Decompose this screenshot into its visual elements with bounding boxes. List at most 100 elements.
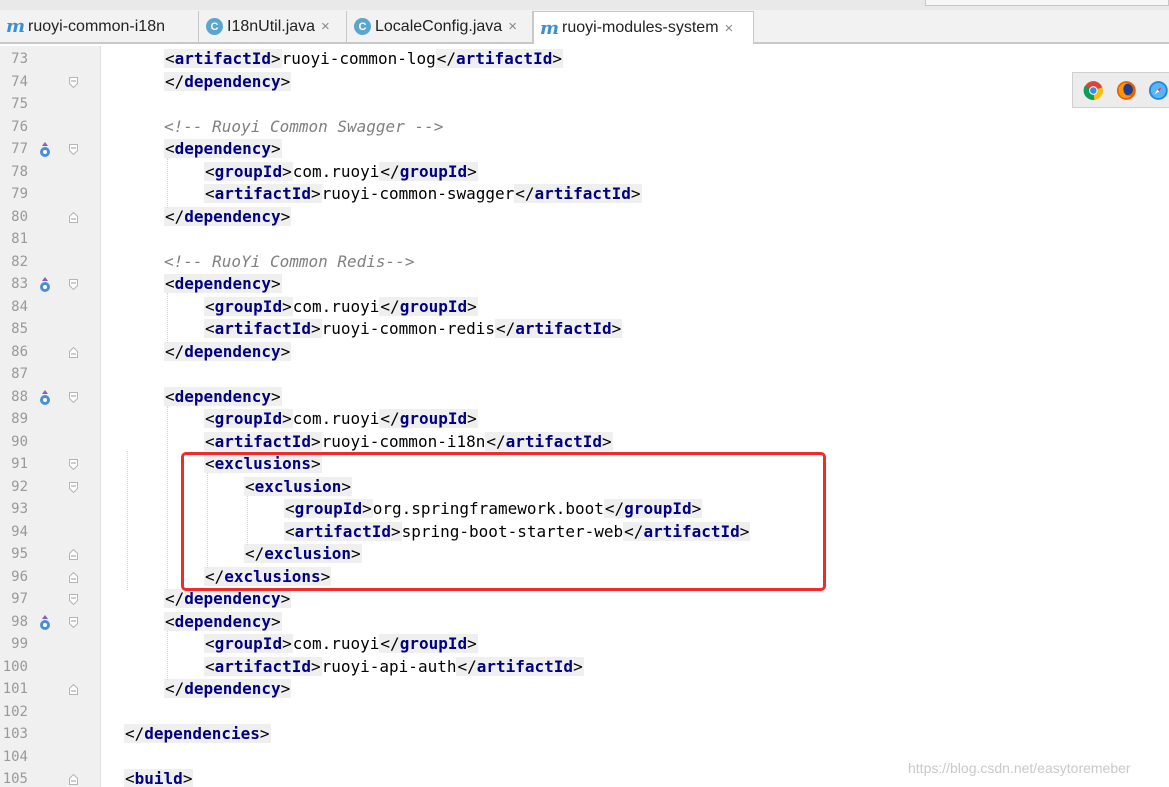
editor-tab-bar: m ruoyi-common-i18n C I18nUtil.java × C … [0, 0, 1169, 44]
fold-end-icon[interactable] [69, 571, 78, 583]
tag-name: groupId [214, 409, 283, 428]
line-number: 103 [2, 726, 28, 742]
tag-name: artifactId [456, 49, 553, 68]
fold-end-icon[interactable] [69, 774, 78, 785]
code-line: <dependency> [164, 273, 282, 295]
xml-tag: </artifactId> [456, 656, 584, 676]
dependency-marker-icon[interactable] [38, 277, 52, 292]
tag-name: dependency [174, 611, 271, 631]
safari-icon[interactable] [1148, 80, 1169, 101]
xml-tag: <artifactId> [164, 49, 282, 68]
tag-name: groupId [214, 161, 283, 181]
code-line: <!-- Ruoyi Common Swagger --> [164, 116, 443, 138]
line-number: 82 [11, 253, 28, 270]
code-line: </dependency> [164, 678, 292, 700]
editor-gutter: 73 74 75 76 77 78 79 80 81 82 83 84 85 86 87 88 89 90 91 92… [0, 46, 101, 787]
close-icon[interactable]: × [508, 18, 517, 35]
xml-tag: <artifactId> [204, 184, 322, 203]
xml-tag: </dependency> [164, 679, 292, 698]
line-number: 99 [11, 636, 28, 652]
fold-expanded-icon[interactable] [69, 391, 78, 403]
line-number: 86 [11, 343, 28, 360]
xml-tag: <build> [124, 769, 194, 787]
line-number: 87 [11, 366, 28, 382]
line-number: 81 [11, 231, 28, 247]
element-text: ruoyi-api-auth [321, 656, 457, 676]
maven-icon: m [540, 17, 560, 39]
xml-tag: <dependency> [164, 274, 282, 293]
xml-tag: <groupId> [204, 409, 293, 428]
chrome-icon[interactable] [1083, 80, 1104, 101]
code-line: <artifactId>ruoyi-common-swagger</artifa… [204, 183, 642, 205]
close-icon[interactable]: × [321, 18, 330, 35]
fold-end-icon[interactable] [69, 549, 78, 560]
line-number: 76 [11, 118, 28, 135]
element-text: ruoyi-common-redis [321, 319, 495, 338]
line-number: 88 [11, 388, 28, 405]
watermark: https://blog.csdn.net/easytoremeber [908, 760, 1131, 776]
tag-name: groupId [399, 409, 468, 428]
tab-ruoyi-modules-system[interactable]: m ruoyi-modules-system × [533, 11, 754, 44]
fold-expanded-icon[interactable] [69, 279, 78, 290]
xml-tag: </artifactId> [495, 319, 623, 338]
fold-end-icon[interactable] [69, 211, 78, 223]
element-text: com.ruoyi [292, 161, 380, 181]
tab-label: ruoyi-common-i18n [28, 17, 165, 35]
code-line: <dependency> [164, 611, 282, 633]
indent-guide [127, 450, 128, 590]
tab-ruoyi-common-i18n[interactable]: m ruoyi-common-i18n [0, 11, 199, 42]
tag-name: build [134, 769, 183, 787]
fold-end-icon[interactable] [69, 684, 78, 695]
element-text: ruoyi-common-log [281, 49, 436, 68]
tag-name: groupId [399, 634, 468, 653]
tag-name: dependency [174, 139, 271, 158]
browser-preview-bar [1072, 72, 1169, 108]
tag-name: groupId [214, 634, 283, 653]
tag-name: artifactId [174, 49, 271, 68]
code-line: <artifactId>ruoyi-common-redis</artifact… [204, 318, 623, 340]
code-line: </dependency> [164, 341, 292, 363]
fold-expanded-icon[interactable] [69, 616, 78, 628]
fold-expanded-icon[interactable] [69, 594, 78, 605]
fold-expanded-icon[interactable] [69, 76, 78, 88]
fold-expanded-icon[interactable] [69, 144, 78, 155]
element-text: com.ruoyi [292, 409, 380, 428]
dependency-marker-icon[interactable] [38, 614, 52, 630]
element-text: ruoyi-common-i18n [321, 431, 486, 451]
tag-name: artifactId [214, 184, 311, 203]
dependency-marker-icon[interactable] [38, 142, 52, 157]
fold-expanded-icon[interactable] [69, 459, 78, 470]
java-class-icon: C [354, 18, 371, 35]
code-editor[interactable]: <artifactId>ruoyi-common-log</artifactId… [101, 46, 1169, 787]
line-number: 79 [11, 186, 28, 202]
tab-label: LocaleConfig.java [375, 17, 503, 35]
fold-expanded-icon[interactable] [69, 481, 78, 493]
tab-localeconfig-java[interactable]: C LocaleConfig.java × [348, 11, 533, 42]
code-line: <groupId>com.ruoyi</groupId> [204, 633, 478, 655]
element-text: ruoyi-common-swagger [321, 184, 515, 203]
xml-tag: </groupId> [379, 634, 478, 653]
line-number: 80 [11, 208, 28, 225]
line-number: 96 [11, 568, 28, 585]
line-number: 85 [11, 321, 28, 337]
xml-tag: </artifactId> [435, 49, 563, 68]
close-icon[interactable]: × [725, 20, 734, 37]
line-number: 100 [2, 658, 28, 675]
code-line: <artifactId>ruoyi-api-auth</artifactId> [204, 656, 584, 678]
tag-name: artifactId [534, 184, 631, 203]
tag-name: artifactId [214, 319, 311, 338]
fold-end-icon[interactable] [69, 346, 78, 358]
tag-name: dependency [184, 341, 281, 361]
code-line: </dependencies> [124, 723, 271, 745]
line-number: 73 [11, 51, 28, 67]
dependency-marker-icon[interactable] [38, 389, 52, 405]
xml-tag: <artifactId> [204, 431, 322, 451]
xml-tag: <groupId> [204, 634, 293, 653]
line-number: 83 [11, 276, 28, 292]
code-line: <dependency> [164, 138, 282, 160]
line-number: 93 [11, 501, 28, 517]
xml-tag: </dependencies> [124, 724, 271, 743]
tag-name: dependency [184, 679, 281, 698]
firefox-icon[interactable] [1116, 80, 1137, 101]
tab-i18nutil-java[interactable]: C I18nUtil.java × [200, 11, 347, 42]
